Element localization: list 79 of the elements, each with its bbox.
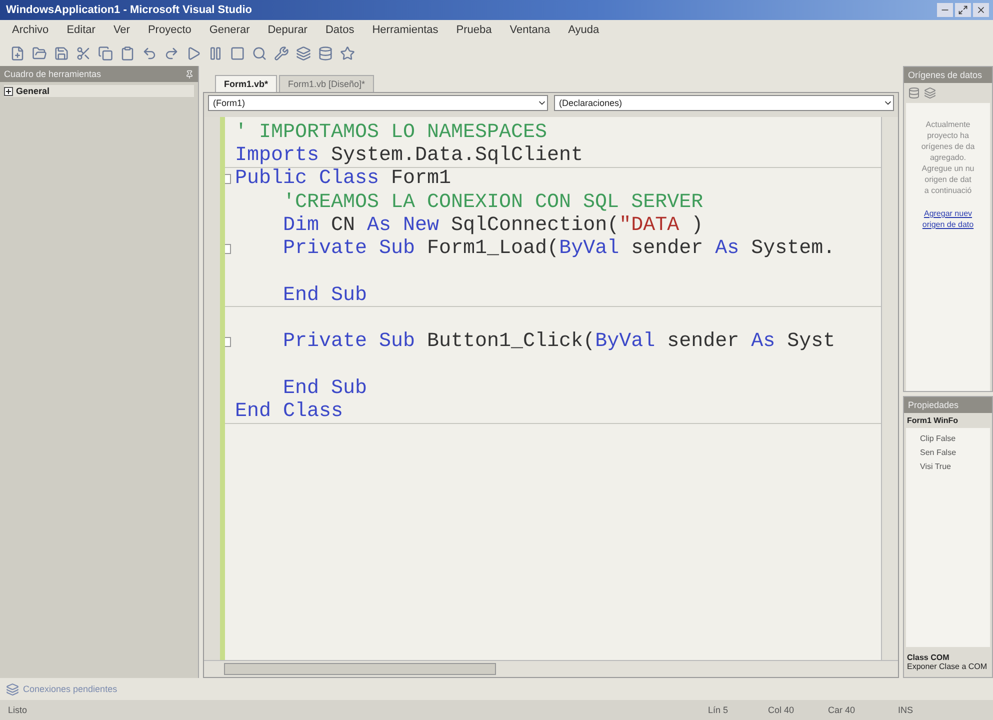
code-line: 'CREAMOS LA CONEXION CON SQL SERVER — [282, 190, 704, 214]
database-icon[interactable] — [318, 46, 333, 60]
status-text: Listo — [8, 705, 28, 715]
message-text: orígenes de da — [921, 141, 975, 152]
copy-icon[interactable] — [98, 46, 113, 60]
code-line: Private Sub Form1_Load(ByVal sender As System. — [282, 237, 836, 260]
menu-item[interactable]: Ver — [113, 24, 130, 36]
menu-item[interactable]: Prueba — [456, 24, 492, 36]
menu-item[interactable]: Ventana — [510, 24, 550, 36]
message-text: Actualmente — [926, 119, 970, 130]
menu-item[interactable]: Depurar — [268, 24, 308, 36]
class-dropdown[interactable]: (Form1) — [208, 95, 548, 111]
panel-title: Orígenes de datos — [908, 70, 982, 80]
undo-icon[interactable] — [142, 46, 157, 60]
horizontal-scrollbar[interactable] — [204, 660, 898, 677]
folder-icon[interactable] — [32, 46, 47, 60]
toolbox-group[interactable]: General — [4, 85, 194, 97]
layers-icon[interactable] — [6, 682, 19, 696]
message-text: proyecto ha — [927, 130, 969, 141]
play-icon[interactable] — [186, 46, 201, 60]
code-line: End Class — [235, 400, 344, 424]
wrench-icon[interactable] — [274, 46, 289, 60]
document-tab[interactable]: Form1.vb [Diseño]* — [279, 75, 374, 92]
search-icon[interactable] — [252, 46, 267, 60]
pin-icon[interactable] — [185, 70, 194, 78]
close-button[interactable] — [973, 3, 989, 17]
column-number: Col 40 — [768, 705, 796, 715]
star-icon[interactable] — [340, 46, 355, 60]
code-line: Dim CN As New SqlConnection("DATA ) — [282, 214, 704, 237]
code-line: Public Class Form1 — [235, 167, 452, 190]
message-text: a continuació — [924, 185, 972, 196]
property-row[interactable]: Clip False — [906, 432, 990, 446]
minimize-button[interactable] — [937, 3, 953, 17]
message-text: agregado. — [930, 152, 966, 163]
scissors-icon[interactable] — [76, 46, 91, 60]
vertical-scrollbar[interactable] — [881, 117, 898, 660]
message-text: Agregue un nu — [922, 163, 974, 174]
menu-item[interactable]: Herramientas — [372, 24, 438, 36]
menu-item[interactable]: Generar — [209, 24, 250, 36]
layers-icon[interactable] — [296, 46, 311, 60]
group-label: General — [16, 86, 50, 96]
char-number: Car 40 — [828, 705, 856, 715]
code-line: Imports System.Data.SqlClient — [235, 144, 584, 167]
message-text: origen de dat — [924, 174, 972, 185]
property-row[interactable]: Sen False — [906, 446, 990, 460]
member-dropdown[interactable]: (Declaraciones) — [554, 95, 894, 111]
maximize-icon — [958, 5, 968, 15]
insert-mode: INS — [898, 705, 914, 715]
maximize-button[interactable] — [955, 3, 971, 17]
line-number: Lín 5 — [708, 705, 730, 715]
document-tab[interactable]: Form1.vb* — [215, 75, 278, 92]
panel-title: Cuadro de herramientas — [4, 69, 102, 79]
window-title: WindowsApplication1 - Microsoft Visual Studio — [6, 4, 252, 16]
code-line: End Sub — [282, 376, 368, 400]
stop-icon[interactable] — [230, 46, 245, 60]
save-icon[interactable] — [54, 46, 69, 60]
description-text: Exponer Clase a COM — [907, 662, 988, 671]
clipboard-icon[interactable] — [120, 46, 135, 60]
redo-icon[interactable] — [164, 46, 179, 60]
add-data-source-link[interactable]: origen de dato — [922, 219, 974, 230]
menu-item[interactable]: Editar — [66, 24, 96, 36]
menu-item[interactable]: Proyecto — [148, 24, 192, 36]
add-data-source-link[interactable]: Agregar nuev — [924, 208, 972, 219]
menu-item[interactable]: Archivo — [12, 24, 49, 36]
panel-title: Propiedades — [908, 400, 959, 410]
description-title: Class COM — [907, 653, 950, 662]
property-row[interactable]: Visi True — [906, 460, 990, 474]
close-icon — [976, 5, 986, 15]
new-file-icon[interactable] — [10, 46, 25, 60]
database-icon[interactable] — [908, 87, 920, 99]
layers-icon[interactable] — [924, 87, 936, 99]
code-line: Private Sub Button1_Click(ByVal sender As Syst — [282, 330, 836, 354]
menu-item[interactable]: Datos — [325, 24, 354, 36]
pause-icon[interactable] — [208, 46, 223, 60]
expand-icon[interactable] — [4, 86, 13, 96]
code-line: ' IMPORTAMOS LO NAMESPACES — [235, 120, 548, 144]
menu-item[interactable]: Ayuda — [568, 24, 600, 36]
code-line: End Sub — [282, 284, 368, 307]
object-name: Form1 WinFo — [906, 414, 960, 427]
